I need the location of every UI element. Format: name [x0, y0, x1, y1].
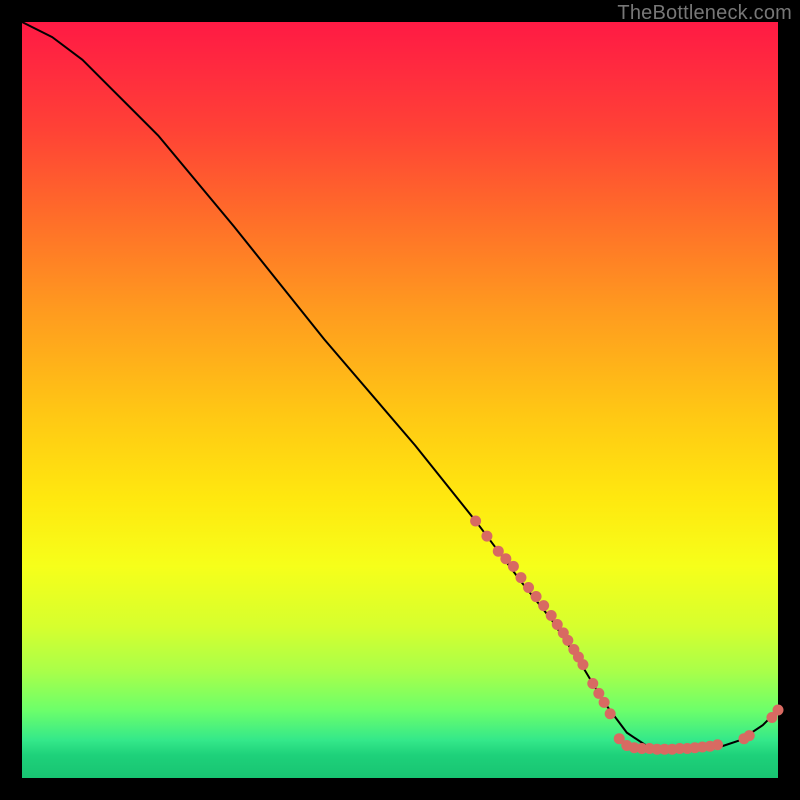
data-point	[515, 572, 526, 583]
data-point	[587, 678, 598, 689]
data-point	[546, 610, 557, 621]
data-point	[562, 635, 573, 646]
data-point	[773, 704, 784, 715]
data-point	[523, 582, 534, 593]
chart-container: TheBottleneck.com	[0, 0, 800, 800]
data-point	[605, 708, 616, 719]
series-curve	[22, 22, 778, 748]
series-points-descent	[470, 515, 616, 719]
watermark-text: TheBottleneck.com	[617, 2, 792, 25]
data-point	[712, 739, 723, 750]
data-point	[481, 531, 492, 542]
data-point	[599, 697, 610, 708]
data-point	[508, 561, 519, 572]
data-point	[744, 730, 755, 741]
plot-svg	[22, 22, 778, 778]
series-points-flat	[614, 733, 723, 755]
data-point	[531, 591, 542, 602]
series-points-rise	[738, 704, 783, 744]
data-point	[577, 659, 588, 670]
data-point	[538, 600, 549, 611]
data-point	[470, 515, 481, 526]
